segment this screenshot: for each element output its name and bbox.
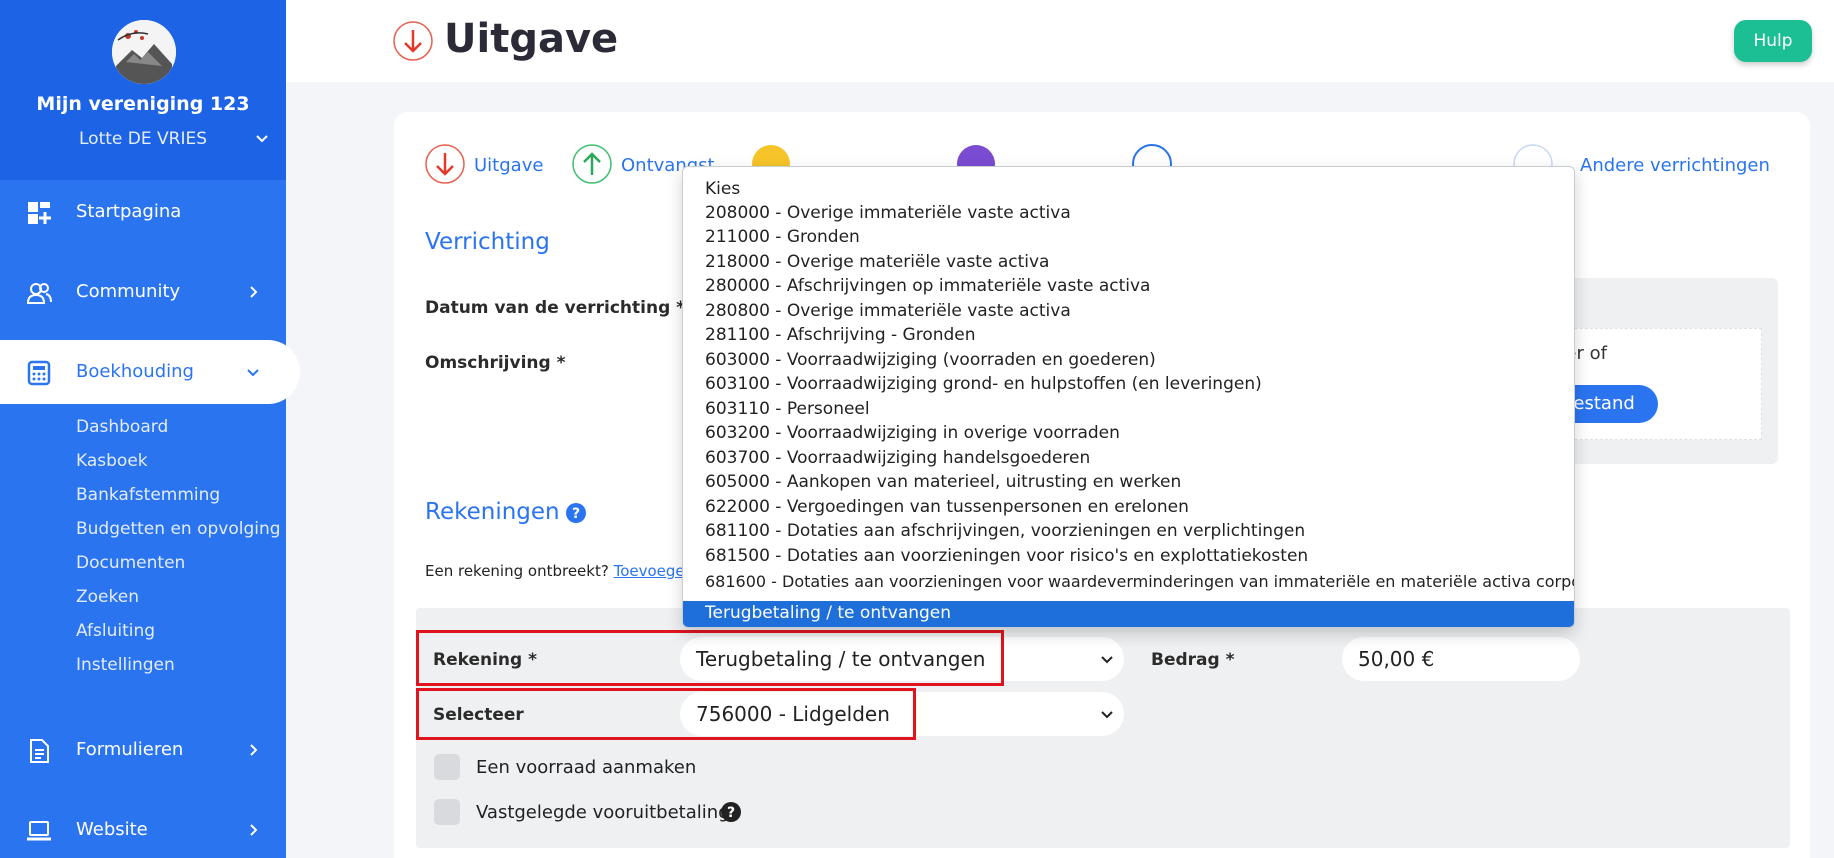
label-bedrag: Bedrag *	[1151, 650, 1235, 670]
tab-label-andere: Andere verrichtingen	[1580, 155, 1770, 176]
nav-label-formulieren: Formulieren	[76, 739, 184, 760]
nav-item-website[interactable]: Website	[0, 798, 300, 858]
voorraad-label: Een voorraad aanmaken	[476, 757, 697, 778]
sidebar-subitem-afsluiting[interactable]: Afsluiting	[76, 621, 155, 641]
missing-account-text: Een rekening ontbreekt? Toevoege	[425, 562, 685, 580]
dropdown-option[interactable]: 603110 - Personeel	[705, 399, 870, 419]
sidebar-subitem-instellingen[interactable]: Instellingen	[76, 655, 175, 675]
page-title: Uitgave	[444, 16, 619, 62]
users-icon	[26, 283, 52, 304]
vooruitbetaling-label: Vastgelegde vooruitbetaling	[476, 802, 730, 823]
dropdown-option-selected[interactable]: Terugbetaling / te ontvangen	[683, 601, 1574, 627]
dropdown-option[interactable]: 281100 - Afschrijving - Gronden	[705, 325, 976, 345]
dropdown-option[interactable]: 603000 - Voorraadwijziging (voorraden en…	[705, 350, 1156, 370]
label-datum: Datum van de verrichting *	[425, 298, 686, 318]
section-title-rekeningen: Rekeningen	[425, 499, 560, 525]
sidebar-subitem-dashboard[interactable]: Dashboard	[76, 417, 168, 437]
sidebar-subitem-bankafstemming[interactable]: Bankafstemming	[76, 485, 220, 505]
dropdown-option[interactable]: 681100 - Dotaties aan afschrijvingen, vo…	[705, 521, 1305, 541]
question-icon[interactable]: ?	[565, 502, 587, 524]
dropdown-option[interactable]: 603700 - Voorraadwijziging handelsgoeder…	[705, 448, 1090, 468]
nav-item-formulieren[interactable]: Formulieren	[0, 718, 300, 782]
nav-label-website: Website	[76, 819, 148, 840]
nav-item-startpagina[interactable]: Startpagina	[0, 180, 300, 244]
nav-label-boekhouding: Boekhouding	[76, 361, 194, 382]
dropdown-option[interactable]: 681500 - Dotaties aan voorzieningen voor…	[705, 546, 1308, 566]
dropdown-option[interactable]: 622000 - Vergoedingen van tussenpersonen…	[705, 497, 1189, 517]
sidebar-subitem-kasboek[interactable]: Kasboek	[76, 451, 148, 471]
dashboard-icon	[28, 202, 51, 224]
tab-label-uitgave: Uitgave	[474, 155, 544, 176]
dropdown-option[interactable]: 280800 - Overige immateriële vaste activ…	[705, 301, 1071, 321]
chevron-down-icon	[1101, 656, 1113, 664]
document-icon	[30, 739, 49, 763]
arrow-up-icon	[572, 144, 612, 184]
vooruitbetaling-checkbox[interactable]	[434, 799, 460, 825]
bedrag-input[interactable]: 50,00 €	[1342, 637, 1580, 681]
dropdown-option[interactable]: 603100 - Voorraadwijziging grond- en hul…	[705, 374, 1262, 394]
sidebar-header: Mijn vereniging 123 Lotte DE VRIES	[0, 0, 286, 180]
chevron-down-icon[interactable]	[254, 130, 270, 146]
chevron-right-icon	[250, 286, 258, 298]
dropdown-option[interactable]: 218000 - Overige materiële vaste activa	[705, 252, 1049, 272]
nav-item-boekhouding[interactable]: Boekhouding	[0, 340, 300, 404]
dropdown-option[interactable]: 605000 - Aankopen van materieel, uitrust…	[705, 472, 1181, 492]
missing-account-label: Een rekening ontbreekt?	[425, 562, 609, 580]
nav-item-community[interactable]: Community	[0, 260, 300, 324]
nav-label-community: Community	[76, 281, 181, 302]
sidebar-subitem-documenten[interactable]: Documenten	[76, 553, 185, 573]
calculator-icon	[27, 360, 51, 386]
voorraad-checkbox[interactable]	[434, 754, 460, 780]
chevron-right-icon	[250, 744, 258, 756]
dropdown-option[interactable]: 208000 - Overige immateriële vaste activ…	[705, 203, 1071, 223]
help-button[interactable]: Hulp	[1734, 20, 1812, 62]
sidebar-subitem-budgetten[interactable]: Budgetten en opvolging	[76, 519, 281, 539]
svg-text:?: ?	[727, 805, 735, 821]
dropdown-option[interactable]: 603200 - Voorraadwijziging in overige vo…	[705, 423, 1120, 443]
dropdown-option[interactable]: 211000 - Gronden	[705, 227, 860, 247]
dropdown-selected-label: Terugbetaling / te ontvangen	[705, 603, 952, 623]
highlight-rekening	[416, 630, 1004, 686]
sidebar-subitem-zoeken[interactable]: Zoeken	[76, 587, 139, 607]
arrow-down-icon	[425, 144, 465, 184]
sidebar: Mijn vereniging 123 Lotte DE VRIES Start…	[0, 0, 300, 858]
highlight-selecteer	[416, 688, 916, 740]
rekening-dropdown-list[interactable]: Kies 208000 - Overige immateriële vaste …	[682, 166, 1575, 628]
arrow-down-icon	[393, 21, 433, 61]
user-name[interactable]: Lotte DE VRIES	[0, 129, 286, 149]
add-account-link[interactable]: Toevoege	[614, 562, 685, 580]
question-icon[interactable]: ?	[720, 801, 742, 823]
avatar[interactable]	[112, 20, 176, 84]
dropdown-option[interactable]: Kies	[705, 179, 740, 199]
chevron-down-icon	[1101, 711, 1113, 719]
section-title-verrichting: Verrichting	[425, 229, 550, 255]
svg-text:?: ?	[572, 506, 580, 522]
dropdown-option[interactable]: 681600 - Dotaties aan voorzieningen voor…	[705, 572, 1574, 591]
chevron-down-icon	[247, 369, 259, 377]
chevron-right-icon	[250, 824, 258, 836]
nav-label-startpagina: Startpagina	[76, 201, 182, 222]
label-omschrijving: Omschrijving *	[425, 353, 566, 373]
dropdown-option[interactable]: 280000 - Afschrijvingen op immateriële v…	[705, 276, 1150, 296]
laptop-icon	[27, 821, 51, 841]
organization-name: Mijn vereniging 123	[36, 93, 250, 115]
